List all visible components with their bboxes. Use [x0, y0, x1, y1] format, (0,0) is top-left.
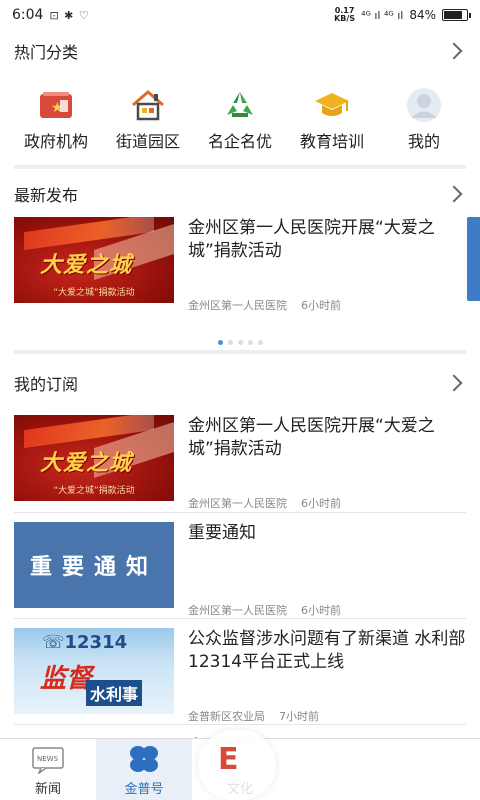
status-time: 6:04: [12, 7, 44, 23]
news-source: 金州区第一人民医院: [188, 497, 287, 510]
subscription-item[interactable]: 重要通知 重要通知 金州区第一人民医院 6小时前: [14, 522, 466, 617]
category-label: 政府机构: [23, 132, 88, 151]
category-education[interactable]: 教育培训: [287, 88, 377, 158]
nav-item-5[interactable]: [384, 739, 480, 800]
graduation-cap-icon: [312, 88, 352, 122]
news-source: 金州区第一人民医院: [188, 299, 287, 312]
row-separator: [14, 618, 466, 619]
battery-percent: 84%: [409, 8, 436, 22]
category-row: ★ 政府机构 街道园区 名企名优 教育培训 我的: [0, 88, 480, 158]
carousel-dot[interactable]: [257, 340, 263, 345]
news-time: 7小时前: [279, 710, 319, 723]
nav-item-4[interactable]: [288, 739, 384, 800]
news-title: 公众监督涉水问题有了新渠道 水利部12314平台正式上线: [188, 629, 466, 672]
section-divider: [14, 165, 466, 169]
carousel-dot[interactable]: [227, 340, 233, 345]
carousel-indicator: [0, 340, 480, 345]
news-time: 6小时前: [301, 497, 341, 510]
news-source: 金州区第一人民医院: [188, 604, 287, 617]
news-thumbnail: 大爱之城 “大爱之城”捐款活动: [14, 415, 174, 501]
latest-header[interactable]: 最新发布: [14, 179, 466, 209]
news-source: 金普新区农业局: [188, 710, 265, 723]
status-notification-icons: ⊡ ✱ ♡: [49, 8, 90, 22]
news-meta: 金州区第一人民医院 6小时前: [188, 297, 341, 313]
hot-categories-header[interactable]: 热门分类: [14, 36, 466, 66]
row-separator: [14, 512, 466, 513]
news-thumbnail: 大爱之城 “大爱之城”捐款活动: [14, 217, 174, 303]
news-meta: 金州区第一人民医院 6小时前: [188, 602, 341, 618]
carousel-dot[interactable]: [247, 340, 253, 345]
nav-jinpuhao[interactable]: 金普号: [96, 739, 192, 800]
side-tab[interactable]: [467, 217, 480, 301]
category-mine[interactable]: 我的: [379, 88, 469, 158]
latest-news-item[interactable]: 大爱之城 “大爱之城”捐款活动 金州区第一人民医院开展“大爱之城”捐款活动 金州…: [14, 217, 466, 312]
clover-icon: [130, 746, 158, 772]
nav-label: 新闻: [34, 782, 61, 797]
category-street[interactable]: 街道园区: [103, 88, 193, 158]
category-label: 名企名优: [207, 132, 272, 151]
nav-label: 金普号: [124, 782, 164, 797]
subscription-item[interactable]: ☏12314 监督 水利事 公众监督涉水问题有了新渠道 水利部12314平台正式…: [14, 628, 466, 723]
category-enterprise[interactable]: 名企名优: [195, 88, 285, 158]
news-meta: 金州区第一人民医院 6小时前: [188, 495, 341, 511]
category-label: 街道园区: [115, 132, 180, 151]
section-title: 最新发布: [14, 186, 79, 205]
chevron-right-icon[interactable]: [444, 183, 466, 205]
status-bar: 6:04 ⊡ ✱ ♡ 0.17 KB/S ⁴ᴳ ıl ⁴ᴳ ıl 84%: [0, 0, 480, 30]
section-title: 热门分类: [14, 43, 79, 62]
subscription-item[interactable]: 大爱之城 “大爱之城”捐款活动 金州区第一人民医院开展“大爱之城”捐款活动 金州…: [14, 415, 466, 510]
recycle-icon: [220, 88, 260, 122]
government-icon: ★: [36, 88, 76, 122]
section-divider: [14, 350, 466, 354]
battery-icon: [442, 9, 471, 21]
carousel-dot[interactable]: [237, 340, 243, 345]
network-speed: 0.17 KB/S: [334, 6, 356, 23]
house-icon: [128, 88, 168, 122]
category-label: 教育培训: [299, 132, 364, 151]
chevron-right-icon[interactable]: [444, 40, 466, 62]
section-title: 我的订阅: [14, 375, 79, 394]
news-time: 6小时前: [301, 299, 341, 312]
avatar-icon: [404, 88, 444, 122]
chevron-right-icon[interactable]: [444, 372, 466, 394]
svg-text:NEWS: NEWS: [37, 755, 59, 763]
category-label: 我的: [407, 132, 440, 151]
news-thumbnail: ☏12314 监督 水利事: [14, 628, 174, 714]
news-thumbnail: 重要通知: [14, 522, 174, 608]
signal-icon: ⁴ᴳ ıl ⁴ᴳ ıl: [361, 8, 404, 22]
news-title: 金州区第一人民医院开展“大爱之城”捐款活动: [188, 218, 435, 261]
news-meta: 金普新区农业局 7小时前: [188, 708, 319, 724]
subscriptions-header[interactable]: 我的订阅: [14, 368, 466, 398]
row-separator: [14, 724, 466, 725]
news-title: 重要通知: [188, 523, 256, 543]
nav-news[interactable]: NEWS 新闻: [0, 739, 96, 800]
news-time: 6小时前: [301, 604, 341, 617]
category-government[interactable]: ★ 政府机构: [11, 88, 101, 158]
culture-icon: E: [218, 742, 239, 777]
news-title: 金州区第一人民医院开展“大爱之城”捐款活动: [188, 416, 435, 459]
carousel-dot[interactable]: [217, 340, 223, 345]
news-icon: NEWS: [32, 747, 64, 774]
